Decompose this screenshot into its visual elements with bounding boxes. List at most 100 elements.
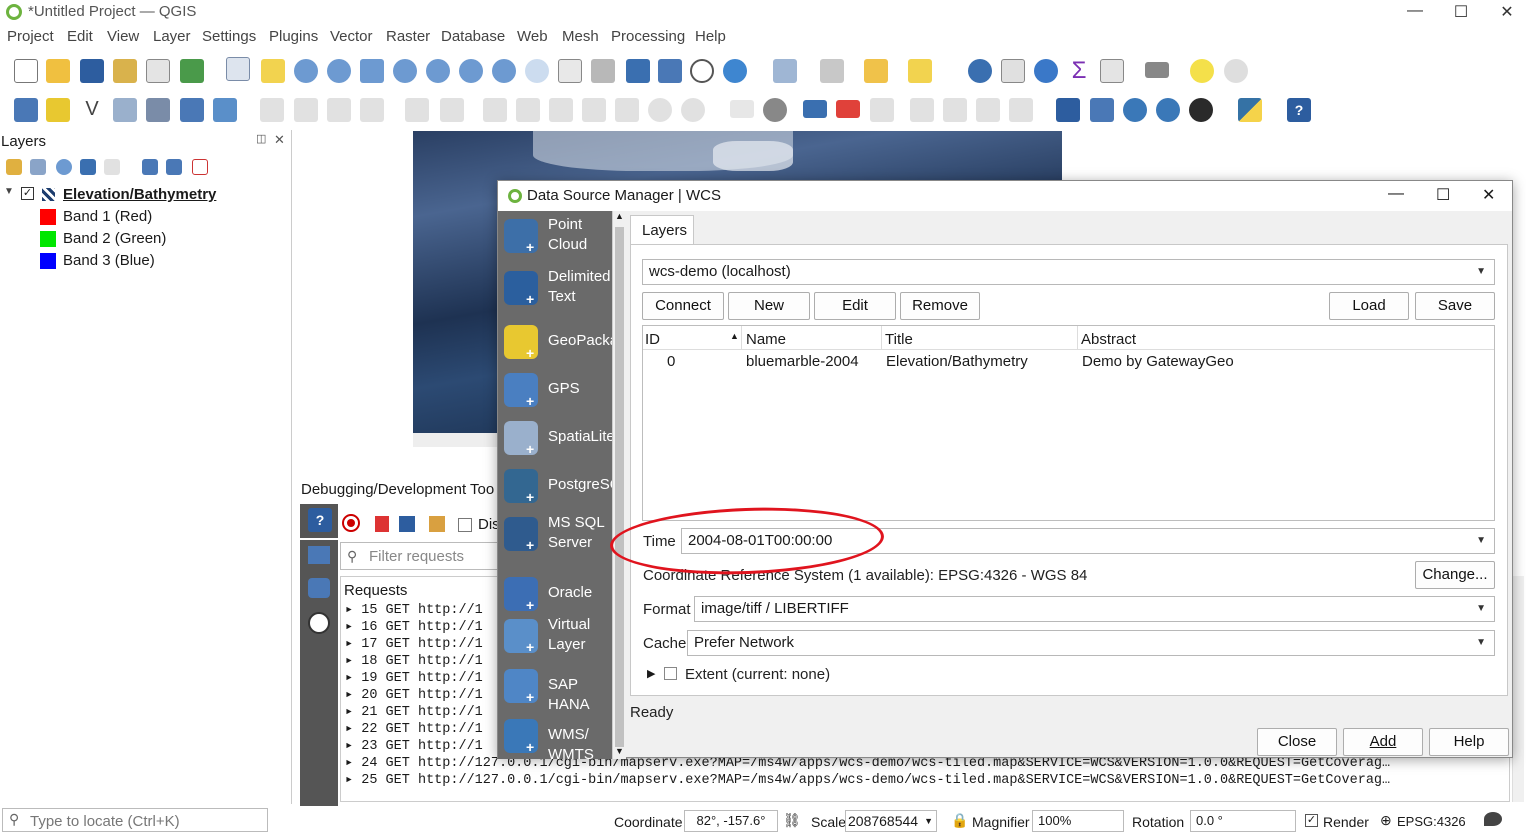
- new-3d-view-icon[interactable]: [591, 59, 615, 83]
- lock-icon[interactable]: 🔒: [951, 812, 968, 829]
- minimize-icon[interactable]: —: [1400, 2, 1430, 20]
- menu-view[interactable]: View: [107, 28, 139, 45]
- disable-cache-checkbox[interactable]: [458, 518, 472, 532]
- current-edits-icon[interactable]: [260, 98, 284, 122]
- vertex-tool-icon[interactable]: [405, 98, 429, 122]
- digitize-icon[interactable]: [360, 98, 384, 122]
- expand-arrow-icon[interactable]: ▸: [345, 637, 361, 652]
- sidebar-item-mssql[interactable]: + MS SQL Server: [504, 513, 622, 557]
- close-icon[interactable]: ✕: [1492, 2, 1522, 22]
- pan-map-icon[interactable]: [226, 57, 250, 81]
- collapse-all-icon[interactable]: [166, 159, 182, 175]
- new-bookmark-icon[interactable]: [626, 59, 650, 83]
- expand-arrow-icon[interactable]: ▸: [345, 671, 361, 686]
- layer-visibility-checkbox[interactable]: ✓: [21, 187, 34, 200]
- menu-processing[interactable]: Processing: [611, 28, 685, 45]
- save-as-icon[interactable]: [113, 59, 137, 83]
- menu-mesh[interactable]: Mesh: [562, 28, 599, 45]
- add-group-icon[interactable]: [30, 159, 46, 175]
- expand-arrow-icon[interactable]: ▸: [345, 603, 361, 618]
- sidebar-item-gps[interactable]: + GPS: [504, 369, 622, 413]
- locator-search-icon[interactable]: [1224, 59, 1248, 83]
- save-edits-icon[interactable]: [327, 98, 351, 122]
- toolbox-icon[interactable]: [1034, 59, 1058, 83]
- scroll-up-icon[interactable]: ▲: [615, 211, 624, 221]
- expand-all-icon[interactable]: [142, 159, 158, 175]
- sidebar-scrollbar[interactable]: ▲ ▼: [612, 211, 626, 759]
- menu-project[interactable]: Project: [7, 28, 54, 45]
- filter-expression-icon[interactable]: [104, 159, 120, 175]
- expand-arrow-icon[interactable]: ▶: [647, 667, 655, 680]
- pan-to-selection-icon[interactable]: [261, 59, 285, 83]
- connection-select[interactable]: wcs-demo (localhost) ▼: [642, 259, 1495, 285]
- remove-button[interactable]: Remove: [900, 292, 980, 320]
- map-tips-icon[interactable]: [1190, 59, 1214, 83]
- layer-tree-group[interactable]: ▼ ✓ Elevation/Bathymetry: [0, 184, 290, 206]
- expand-arrow-icon[interactable]: ▸: [345, 620, 361, 635]
- profiler-timer-icon[interactable]: [308, 612, 330, 634]
- dialog-close-icon[interactable]: ✕: [1482, 185, 1495, 205]
- edit-button[interactable]: Edit: [814, 292, 896, 320]
- help-icon[interactable]: ?: [1287, 98, 1311, 122]
- sidebar-item-oracle[interactable]: + Oracle: [504, 573, 622, 617]
- change-label-icon[interactable]: [976, 98, 1000, 122]
- layer-style-icon[interactable]: [6, 159, 22, 175]
- wms-globe-icon[interactable]: [1123, 98, 1147, 122]
- menu-database[interactable]: Database: [441, 28, 505, 45]
- select-location-icon[interactable]: [908, 59, 932, 83]
- change-crs-button[interactable]: Change...: [1415, 561, 1495, 589]
- menu-layer[interactable]: Layer: [153, 28, 191, 45]
- label-tool-icon[interactable]: [730, 100, 754, 118]
- metasearch-icon[interactable]: [1056, 98, 1080, 122]
- zoom-last-icon[interactable]: [492, 59, 516, 83]
- zoom-out-icon[interactable]: [327, 59, 351, 83]
- request-row[interactable]: ▸ 25 GET http://127.0.0.1/cgi-bin/mapser…: [345, 771, 1505, 788]
- attribute-table-icon[interactable]: [1001, 59, 1025, 83]
- quickmap-icon[interactable]: [1189, 98, 1213, 122]
- debug-help-icon[interactable]: ?: [308, 508, 332, 532]
- dialog-maximize-icon[interactable]: ☐: [1436, 185, 1450, 205]
- move-label-icon[interactable]: [910, 98, 934, 122]
- coordinate-field[interactable]: 82°, -157.6°: [684, 810, 778, 832]
- filter-requests-input[interactable]: ⚲ Filter requests: [340, 542, 500, 570]
- menu-web[interactable]: Web: [517, 28, 548, 45]
- cut-icon[interactable]: [549, 98, 573, 122]
- python-console-icon[interactable]: [1238, 98, 1262, 122]
- identify-features-icon[interactable]: [968, 59, 992, 83]
- expand-arrow-icon[interactable]: ▸: [345, 739, 361, 754]
- messages-icon[interactable]: [1484, 812, 1502, 826]
- add-virtual-layer-icon[interactable]: [213, 98, 237, 122]
- open-project-icon[interactable]: [46, 59, 70, 83]
- connect-button[interactable]: Connect: [642, 292, 724, 320]
- extent-checkbox[interactable]: [664, 667, 677, 680]
- new-shapefile-icon[interactable]: V: [80, 98, 104, 122]
- rotation-field[interactable]: 0.0 °: [1190, 810, 1296, 832]
- scroll-down-icon[interactable]: ▼: [615, 746, 624, 756]
- menu-settings[interactable]: Settings: [202, 28, 256, 45]
- toggle-editing-icon[interactable]: [294, 98, 318, 122]
- remove-layer-icon[interactable]: [192, 159, 208, 175]
- menu-raster[interactable]: Raster: [386, 28, 430, 45]
- add-button[interactable]: Add: [1343, 728, 1423, 756]
- redo-icon[interactable]: [681, 98, 705, 122]
- search-data-icon[interactable]: [1090, 98, 1114, 122]
- sidebar-item-spatialite[interactable]: + SpatiaLite: [504, 417, 622, 461]
- sidebar-item-wms[interactable]: + WMS/ WMTS: [504, 715, 622, 763]
- temporal-controller-icon[interactable]: [690, 59, 714, 83]
- extent-label[interactable]: Extent (current: none): [685, 666, 830, 683]
- sidebar-item-virtual-layer[interactable]: + Virtual Layer: [504, 615, 622, 659]
- close-button[interactable]: Close: [1257, 728, 1337, 756]
- format-select[interactable]: image/tiff / LIBERTIFF ▼: [694, 596, 1495, 622]
- modify-attributes-icon[interactable]: [440, 98, 464, 122]
- zoom-native-icon[interactable]: [459, 59, 483, 83]
- sidebar-item-point-cloud[interactable]: + Point Cloud: [504, 215, 622, 259]
- undo-icon[interactable]: [648, 98, 672, 122]
- menu-edit[interactable]: Edit: [67, 28, 93, 45]
- dialog-minimize-icon[interactable]: —: [1388, 185, 1404, 203]
- magnifier-field[interactable]: 100%: [1032, 810, 1124, 832]
- settings-wrench-icon[interactable]: [429, 516, 445, 532]
- wcs-globe-icon[interactable]: [1156, 98, 1180, 122]
- refresh-icon[interactable]: [723, 59, 747, 83]
- print-layout-icon[interactable]: [146, 59, 170, 83]
- save-project-icon[interactable]: [80, 59, 104, 83]
